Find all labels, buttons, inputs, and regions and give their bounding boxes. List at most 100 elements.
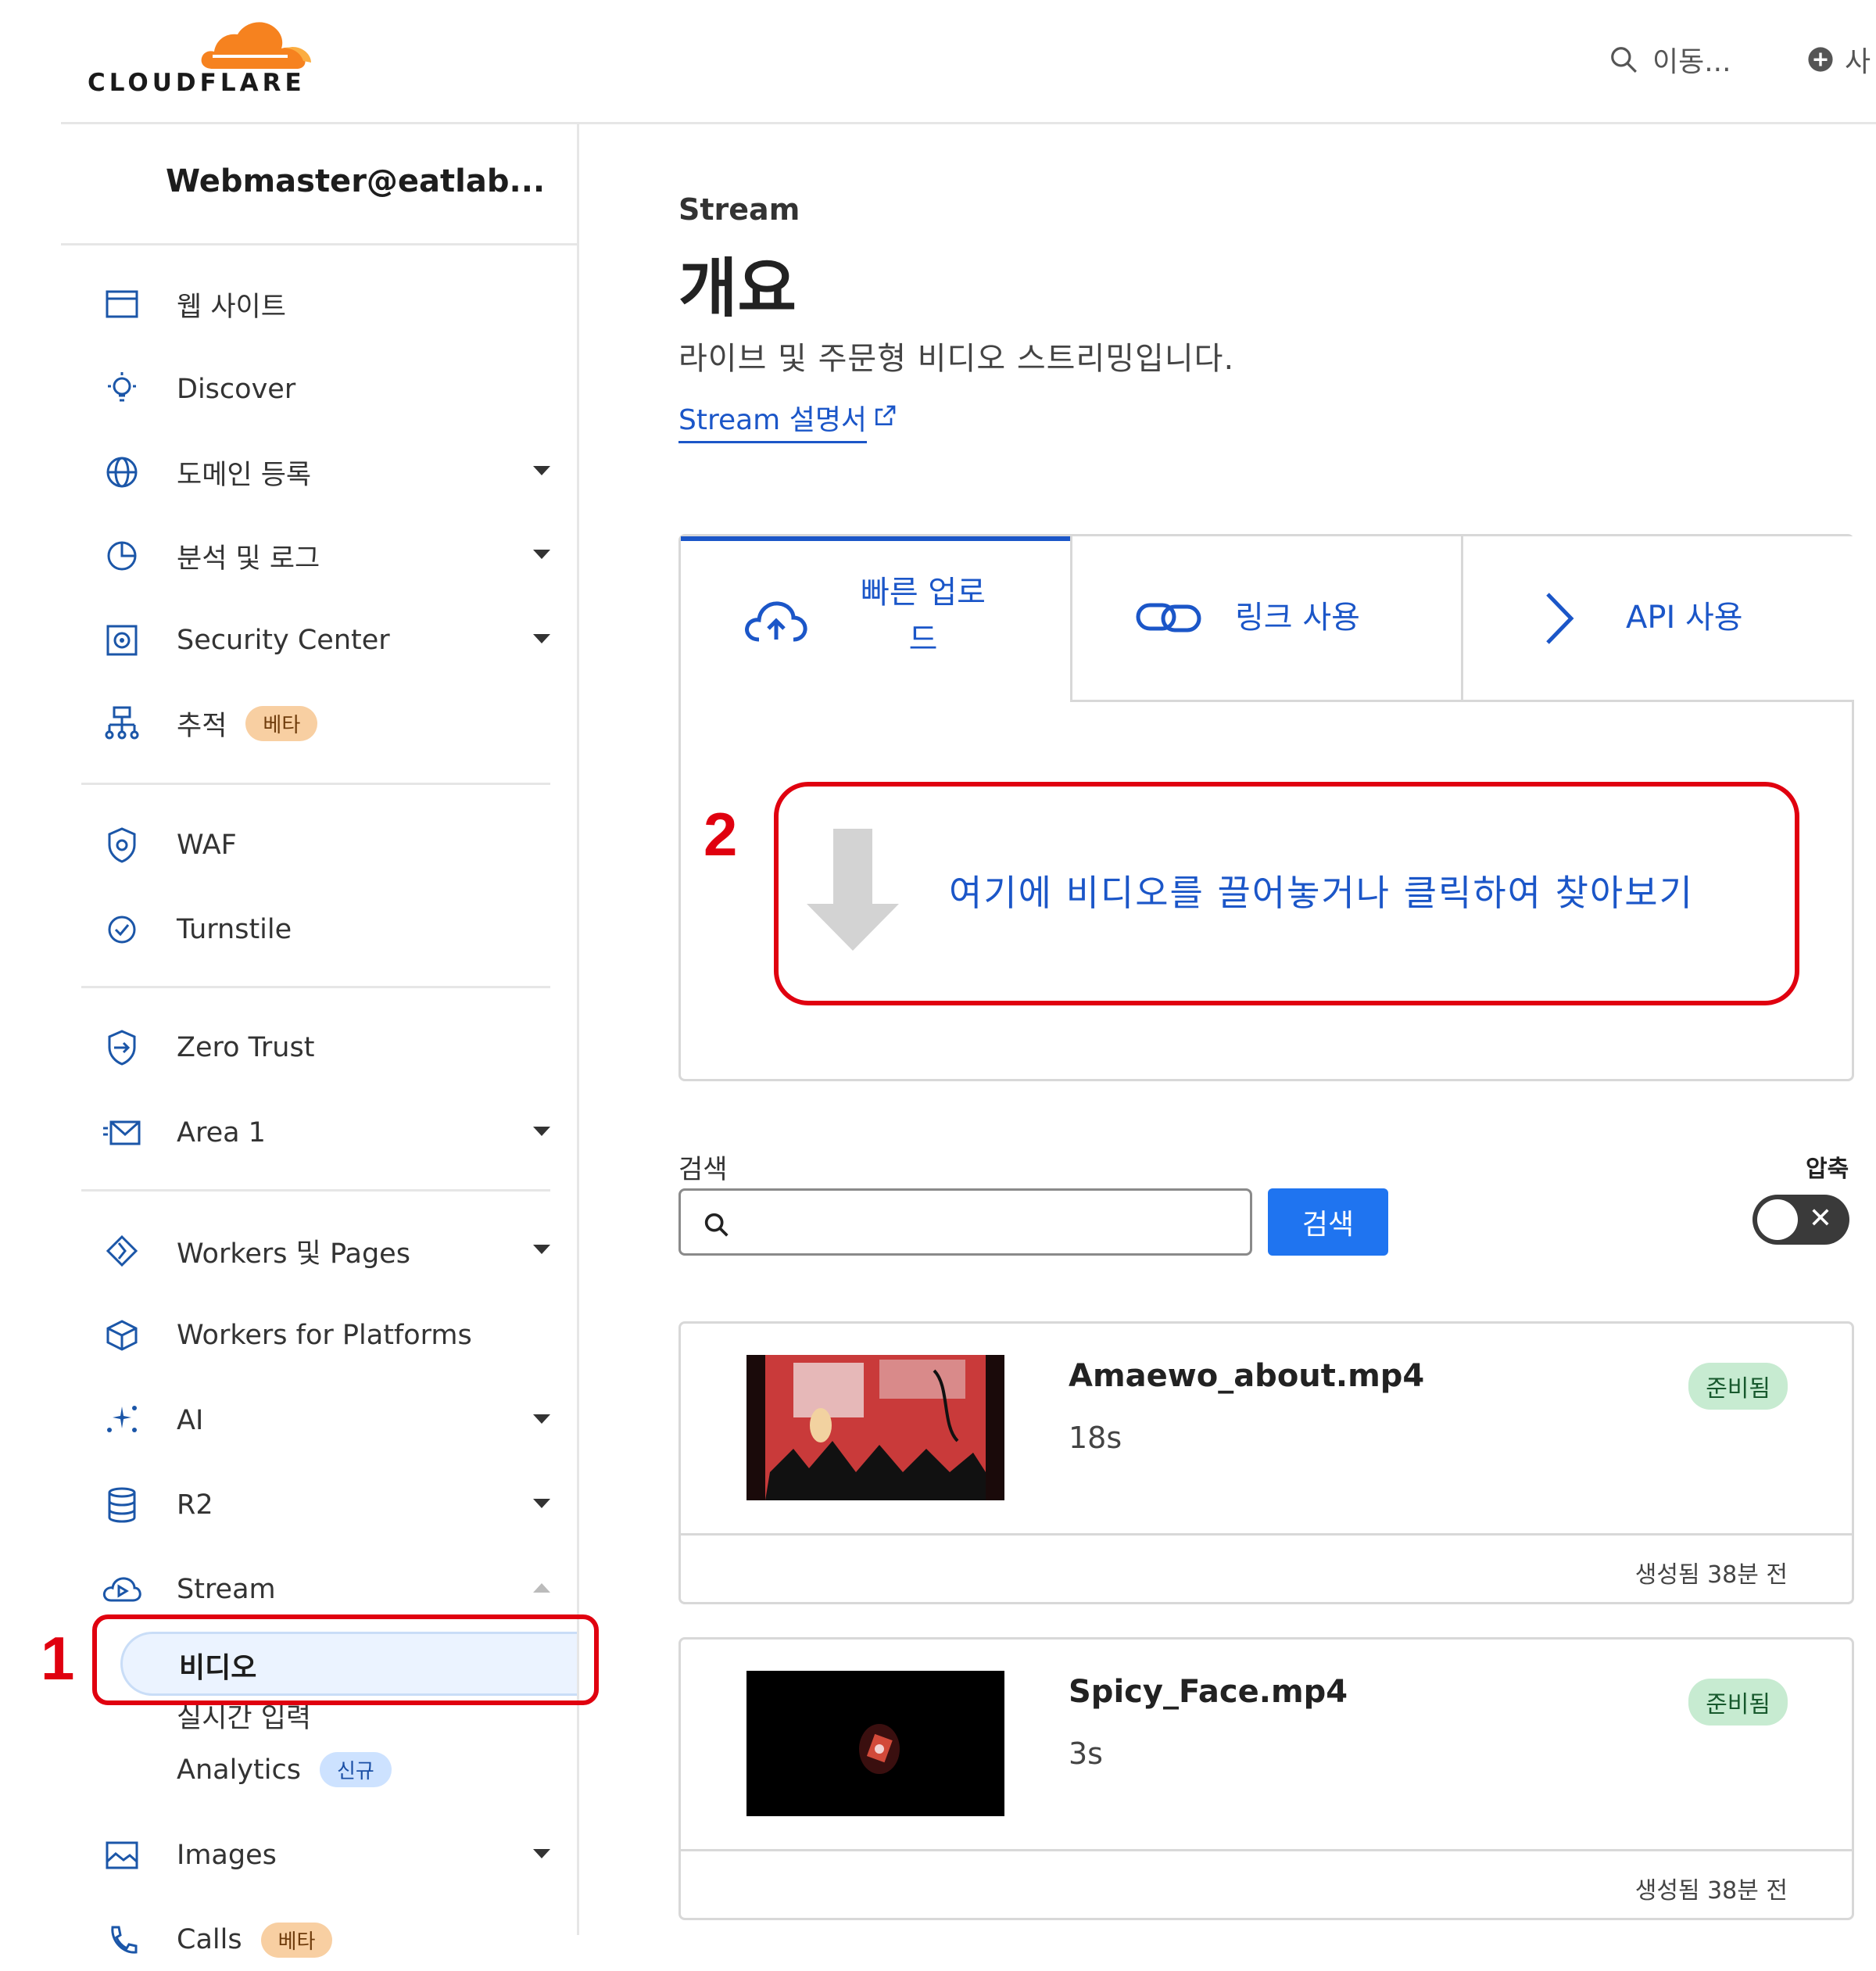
waf-shield-icon: [100, 823, 144, 867]
sidebar-item-zero-trust[interactable]: Zero Trust: [100, 1016, 577, 1079]
sidebar-item-domain-registration[interactable]: 도메인 등록: [100, 441, 577, 504]
tab-use-api-label: API 사용: [1626, 600, 1743, 636]
status-badge: 준비됨: [1688, 1363, 1788, 1410]
sidebar-item-calls[interactable]: Calls 베타: [100, 1908, 577, 1971]
sidebar-item-label: Stream: [177, 1574, 276, 1605]
database-icon: [100, 1483, 144, 1527]
sidebar-item-label: 추적: [177, 710, 227, 742]
chevron-down-icon: [533, 634, 550, 643]
security-center-icon: [100, 618, 144, 662]
page-description: 라이브 및 주문형 비디오 스트리밍입니다.: [678, 341, 1235, 377]
search-label: 검색: [678, 1154, 728, 1185]
chevron-up-icon: [533, 1583, 550, 1593]
tab-use-link[interactable]: 링크 사용: [1070, 536, 1461, 702]
lightbulb-icon: [100, 367, 144, 411]
image-icon: [100, 1833, 144, 1877]
top-header: CLOUDFLARE 이동... 사: [0, 0, 1876, 124]
sidebar-item-ai[interactable]: AI: [100, 1389, 577, 1452]
sidebar-item-stream[interactable]: Stream: [100, 1558, 577, 1621]
global-search[interactable]: 이동...: [1609, 39, 1731, 80]
video-thumbnail[interactable]: [746, 1671, 1004, 1816]
video-thumbnail[interactable]: [746, 1355, 1004, 1500]
sidebar-item-analytics-logs[interactable]: 분석 및 로그: [100, 525, 577, 587]
tab-quick-upload-label-1: 빠른 업로: [861, 575, 986, 611]
sidebar-item-label: Images: [177, 1840, 277, 1871]
video-card-divider: [681, 1533, 1852, 1536]
sidebar-item-workers-for-platforms[interactable]: Workers for Platforms: [100, 1304, 577, 1367]
search-button[interactable]: 검색: [1268, 1188, 1388, 1256]
cloud-logo-icon: [201, 22, 311, 69]
chevron-down-icon: [533, 1499, 550, 1508]
close-icon: ✕: [1808, 1202, 1832, 1235]
breadcrumb: Stream: [678, 192, 800, 227]
tab-use-api[interactable]: API 사용: [1461, 536, 1854, 702]
sidebar-item-label: 도메인 등록: [177, 459, 312, 491]
sidebar-item-label: Area 1: [177, 1117, 266, 1149]
annotation-highlight-video: [92, 1614, 599, 1705]
logo-wordmark: CLOUDFLARE: [88, 69, 306, 97]
global-search-label: 이동...: [1652, 46, 1731, 78]
sidebar-item-security-center[interactable]: Security Center: [100, 609, 577, 672]
chevron-down-icon: [533, 1245, 550, 1254]
video-card[interactable]: Amaewo_about.mp4 18s 준비됨 생성됨 38분 전: [678, 1321, 1854, 1604]
tab-quick-upload[interactable]: 빠른 업로 드: [681, 536, 1070, 702]
sidebar-item-label: 분석 및 로그: [177, 543, 320, 575]
sidebar-separator: [81, 986, 550, 988]
sidebar-item-label: Discover: [177, 374, 296, 405]
status-badge: 준비됨: [1688, 1679, 1788, 1726]
pie-chart-icon: [100, 534, 144, 578]
sidebar-item-label: Calls: [177, 1924, 242, 1955]
sidebar-item-images[interactable]: Images: [100, 1824, 577, 1887]
cloud-upload-icon: [745, 601, 807, 642]
turnstile-check-icon: [100, 908, 144, 951]
link-icon: [1136, 603, 1201, 633]
globe-icon: [100, 450, 144, 494]
video-duration: 18s: [1069, 1421, 1122, 1455]
annotation-step-1: 1: [41, 1624, 75, 1693]
new-badge: 신규: [319, 1752, 392, 1787]
video-card[interactable]: Spicy_Face.mp4 3s 준비됨 생성됨 38분 전: [678, 1637, 1854, 1920]
chevron-down-icon: [533, 550, 550, 559]
chevron-down-icon: [533, 1127, 550, 1136]
external-link-icon[interactable]: [872, 403, 897, 428]
sidebar-item-websites[interactable]: 웹 사이트: [100, 273, 577, 335]
sidebar-item-waf[interactable]: WAF: [100, 814, 577, 876]
compress-label: 압축: [1806, 1156, 1849, 1183]
sidebar-item-discover[interactable]: Discover: [100, 358, 577, 421]
sparkle-icon: [100, 1399, 144, 1442]
sidebar-subitem-analytics[interactable]: Analytics 신규: [177, 1752, 392, 1787]
sidebar-item-label: Zero Trust: [177, 1032, 315, 1063]
sidebar-item-turnstile[interactable]: Turnstile: [100, 898, 577, 961]
download-arrow-icon: [807, 829, 899, 951]
plus-circle-icon: [1808, 47, 1833, 72]
sidebar-divider: [61, 243, 577, 245]
sidebar-subitem-label: Analytics: [177, 1754, 301, 1786]
sidebar-item-workers-pages[interactable]: Workers 및 Pages: [100, 1220, 577, 1282]
sidebar-item-label: Workers 및 Pages: [177, 1238, 410, 1270]
dropzone-text[interactable]: 여기에 비디오를 끌어놓거나 클릭하여 찾아보기: [949, 865, 1694, 916]
box-icon: [100, 1313, 144, 1357]
sidebar-separator: [81, 1189, 550, 1192]
sidebar-item-r2[interactable]: R2: [100, 1474, 577, 1536]
tab-quick-upload-label-2: 드: [908, 622, 938, 658]
sidebar-item-label: 웹 사이트: [177, 291, 286, 323]
add-site-button[interactable]: 사: [1807, 39, 1871, 80]
video-name[interactable]: Amaewo_about.mp4: [1069, 1358, 1424, 1394]
annotation-step-2: 2: [704, 800, 738, 869]
video-duration: 3s: [1069, 1736, 1103, 1771]
email-icon: [100, 1111, 144, 1155]
sidebar-item-area1[interactable]: Area 1: [100, 1102, 577, 1164]
video-card-divider: [681, 1849, 1852, 1851]
sidebar-item-trace[interactable]: 추적 베타: [100, 692, 577, 754]
sidebar-item-label: AI: [177, 1405, 204, 1436]
account-name[interactable]: Webmaster@eatlab...: [166, 163, 545, 199]
search-icon: [704, 1213, 729, 1237]
tab-use-link-label: 링크 사용: [1235, 600, 1360, 636]
beta-badge: 베타: [245, 705, 318, 741]
video-name[interactable]: Spicy_Face.mp4: [1069, 1674, 1348, 1710]
stream-docs-link[interactable]: Stream 설명서: [678, 397, 868, 443]
compress-toggle[interactable]: ✕: [1752, 1195, 1849, 1245]
cloudflare-logo[interactable]: CLOUDFLARE: [88, 17, 322, 103]
video-search-input[interactable]: [678, 1188, 1252, 1256]
video-created-time: 생성됨 38분 전: [1634, 1561, 1788, 1589]
